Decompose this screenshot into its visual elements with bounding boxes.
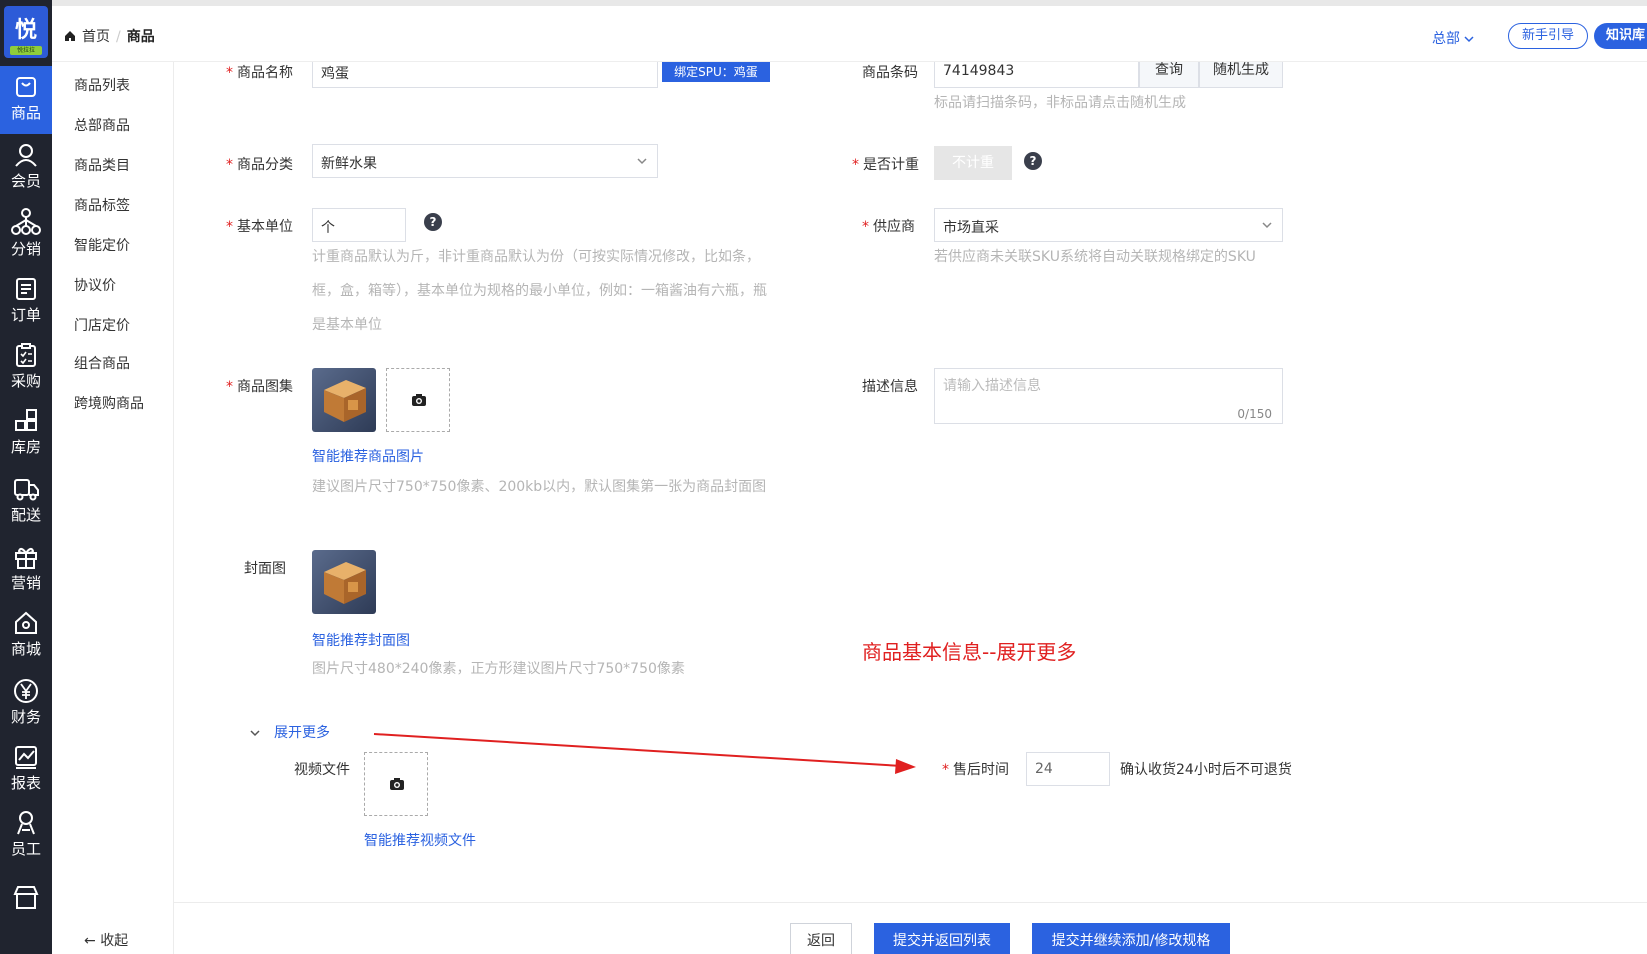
nav-order[interactable]: 订单 xyxy=(0,268,52,336)
main-nav-rail: 悦 悦拉拉 商品 会员 分销 订单 采购 库房 配送 营销 商城 财务 报表 员… xyxy=(0,0,52,954)
clipboard-icon xyxy=(16,343,36,367)
nav-label: 商品 xyxy=(10,104,41,122)
breadcrumb-current: 商品 xyxy=(126,29,155,45)
gift-icon xyxy=(15,547,37,569)
nav-label: 订单 xyxy=(10,306,41,324)
submenu-item[interactable]: 组合商品 xyxy=(74,353,130,373)
nav-label: 采购 xyxy=(10,372,41,390)
top-bar: 首页 / 商品 总部 新手引导 知识库 xyxy=(52,0,1647,62)
guide-button[interactable]: 新手引导 xyxy=(1508,23,1588,49)
nav-label: 营销 xyxy=(10,574,41,592)
camera-icon xyxy=(390,778,404,790)
shop-icon xyxy=(13,886,39,909)
breadcrumb-separator: / xyxy=(116,29,121,45)
aftersale-hint: 确认收货24小时后不可退货 xyxy=(1120,762,1292,778)
video-recommend-link[interactable]: 智能推荐视频文件 xyxy=(364,830,476,850)
truck-icon xyxy=(14,479,39,501)
nav-label: 配送 xyxy=(10,506,41,524)
staff-icon xyxy=(17,811,35,835)
nav-label: 库房 xyxy=(10,438,41,456)
logo-sub: 悦拉拉 xyxy=(10,46,42,55)
submit-continue-button[interactable]: 提交并继续添加/修改规格 xyxy=(1032,923,1230,954)
chart-icon xyxy=(15,746,37,769)
breadcrumb-home[interactable]: 首页 xyxy=(82,29,110,45)
product-form: * 商品名称 鸡蛋 绑定SPU：鸡蛋 商品条码 74149843 查询 随机生成 … xyxy=(174,62,1647,902)
nav-warehouse[interactable]: 库房 xyxy=(0,400,52,468)
submenu-item[interactable]: 协议价 xyxy=(74,275,116,295)
product-submenu: 商品列表 总部商品 商品类目 商品标签 智能定价 协议价 门店定价 组合商品 跨… xyxy=(52,62,174,954)
yen-icon xyxy=(14,679,38,703)
knowledge-button[interactable]: 知识库 xyxy=(1594,23,1647,49)
nav-member[interactable]: 会员 xyxy=(0,134,52,202)
back-button[interactable]: 返回 xyxy=(790,923,852,954)
user-icon xyxy=(15,144,37,167)
submenu-item[interactable]: 商品标签 xyxy=(74,195,130,215)
nav-product[interactable]: 商品 xyxy=(0,66,52,134)
order-icon xyxy=(16,278,36,300)
hq-dropdown[interactable]: 总部 xyxy=(1432,28,1474,48)
network-icon xyxy=(11,208,41,235)
home-icon xyxy=(65,31,75,41)
nav-purchase[interactable]: 采购 xyxy=(0,334,52,402)
arrow-left-icon: ← xyxy=(84,933,96,949)
video-label: 视频文件 xyxy=(294,762,350,778)
submenu-item[interactable]: 智能定价 xyxy=(74,235,130,255)
nav-distribution[interactable]: 分销 xyxy=(0,200,52,268)
submit-return-button[interactable]: 提交并返回列表 xyxy=(874,923,1010,954)
submenu-item[interactable]: 商品列表 xyxy=(74,75,130,95)
collapse-label: 收起 xyxy=(100,933,129,949)
submenu-item[interactable]: 跨境购商品 xyxy=(74,393,144,413)
hq-label: 总部 xyxy=(1432,31,1460,47)
nav-label: 会员 xyxy=(10,172,41,190)
submenu-item[interactable]: 门店定价 xyxy=(74,315,130,335)
nav-mall[interactable]: 商城 xyxy=(0,602,52,670)
submenu-item[interactable]: 总部商品 xyxy=(74,115,130,135)
nav-label: 商城 xyxy=(10,640,41,658)
chevron-down-icon xyxy=(1464,36,1474,43)
aftersale-input[interactable]: 24 xyxy=(1026,752,1110,786)
warehouse-icon xyxy=(15,409,37,431)
annotation-arrow xyxy=(373,733,916,774)
nav-label: 报表 xyxy=(10,774,41,792)
submenu-item[interactable]: 商品类目 xyxy=(74,155,130,175)
nav-marketing[interactable]: 营销 xyxy=(0,536,52,604)
store-icon xyxy=(15,611,37,634)
nav-label: 财务 xyxy=(10,708,41,726)
nav-finance[interactable]: 财务 xyxy=(0,670,52,738)
collapse-menu-button[interactable]: ← 收起 xyxy=(84,930,128,950)
logo-char: 悦 xyxy=(14,18,37,43)
nav-report[interactable]: 报表 xyxy=(0,736,52,804)
app-logo[interactable]: 悦 悦拉拉 xyxy=(4,6,48,58)
nav-label: 分销 xyxy=(10,240,41,258)
nav-shop[interactable] xyxy=(0,876,52,944)
bag-icon xyxy=(16,77,36,97)
nav-label: 员工 xyxy=(10,840,41,858)
aftersale-label: * 售后时间 xyxy=(942,762,1009,778)
form-footer: 返回 提交并返回列表 提交并继续添加/修改规格 xyxy=(174,902,1647,954)
video-upload[interactable] xyxy=(364,752,428,816)
nav-delivery[interactable]: 配送 xyxy=(0,468,52,536)
nav-staff[interactable]: 员工 xyxy=(0,802,52,870)
breadcrumb: 首页 / 商品 xyxy=(64,26,155,46)
